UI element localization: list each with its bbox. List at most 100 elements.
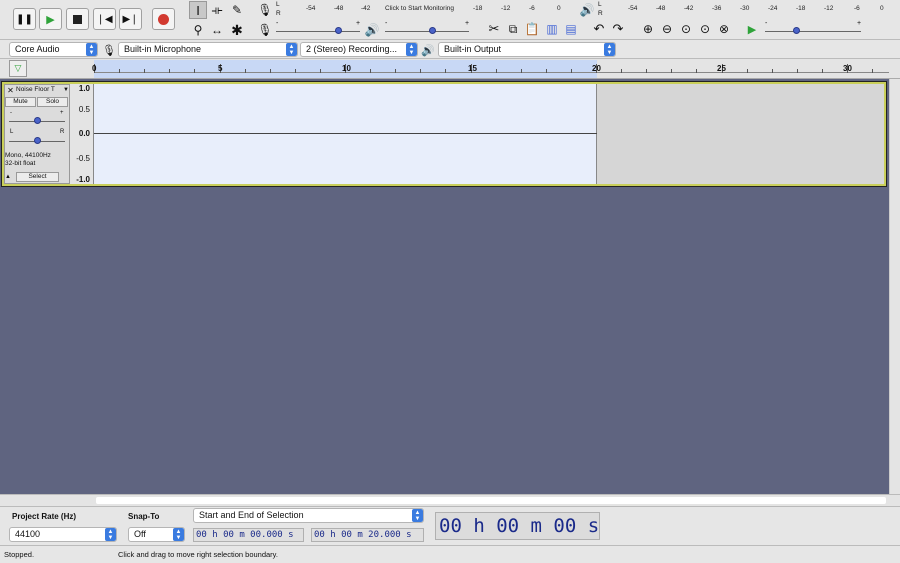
- zoom-tool[interactable]: ⚲: [189, 21, 207, 39]
- waveform-clip[interactable]: [94, 84, 597, 184]
- microphone-icon: 🎙: [257, 3, 273, 17]
- selection-tool[interactable]: I: [189, 1, 207, 19]
- pause-button[interactable]: ❚❚: [13, 8, 36, 30]
- record-meter-button[interactable]: 🎙: [256, 1, 274, 19]
- scale-label: -1.0: [76, 175, 90, 184]
- project-rate-select[interactable]: 44100 ▲ ▼: [9, 527, 117, 542]
- undo-button[interactable]: ↶: [590, 20, 608, 38]
- ruler-tick: [771, 69, 773, 73]
- snap-to-select[interactable]: Off ▲ ▼: [128, 527, 185, 542]
- horizontal-scrollbar[interactable]: [0, 494, 900, 506]
- chevron-down-icon: ▲ ▼: [286, 43, 297, 56]
- selection-end-time[interactable]: 00 h 00 m 20.000 s: [311, 528, 424, 542]
- play-button[interactable]: ▶: [39, 8, 62, 30]
- record-meter-l: L: [276, 1, 280, 8]
- scale-label: -0.5: [76, 154, 90, 163]
- amplitude-scale[interactable]: 1.0 0.5 0.0 -0.5 -1.0: [70, 84, 94, 184]
- skip-to-start-button[interactable]: ❘◀: [93, 8, 116, 30]
- ruler-tick: [872, 69, 874, 73]
- skip-start-icon: ❘◀: [96, 13, 113, 25]
- chevron-down-icon: ▲ ▼: [105, 528, 116, 541]
- stop-icon: [73, 14, 82, 24]
- fit-project-button[interactable]: ⊙: [696, 20, 714, 38]
- ruler-tick: [119, 69, 121, 73]
- envelope-tool[interactable]: ⟛: [208, 1, 226, 19]
- playback-device-select[interactable]: Built-in Output ▲ ▼: [438, 42, 616, 57]
- playback-volume-slider[interactable]: - +: [385, 20, 470, 36]
- playhead-triangle-icon: ▽: [14, 63, 22, 73]
- pan-left-label: L: [10, 129, 14, 135]
- recording-channels-select[interactable]: 2 (Stereo) Recording... ▲ ▼: [300, 42, 418, 57]
- chevron-down-icon: ▲ ▼: [406, 43, 417, 56]
- play-meter-l: L: [598, 1, 602, 8]
- ruler-tick: [420, 69, 422, 73]
- ruler-tick: [671, 69, 673, 73]
- fit-selection-button[interactable]: ⊙: [677, 20, 695, 38]
- stop-button[interactable]: [66, 8, 89, 30]
- zoom-out-button[interactable]: ⊖: [658, 20, 676, 38]
- record-tick: -18: [473, 5, 483, 12]
- timeshift-tool[interactable]: ↔: [208, 21, 226, 39]
- zoom-toggle-icon: ⊗: [718, 22, 730, 36]
- chevron-down-icon: ▲ ▼: [173, 528, 184, 541]
- record-meter[interactable]: -54 -48 -42 Click to Start Monitoring -1…: [283, 2, 573, 16]
- playback-meter[interactable]: -54 -48 -42 -36 -30 -24 -18 -12 -6 0: [605, 2, 890, 16]
- envelope-icon: ⟛: [211, 2, 223, 17]
- audio-host-select[interactable]: Core Audio ▲ ▼: [9, 42, 98, 57]
- redo-button[interactable]: ↷: [609, 20, 627, 38]
- copy-button[interactable]: ⧉: [504, 20, 522, 38]
- audio-position-display[interactable]: 00 h 00 m 00 s: [435, 512, 600, 540]
- gain-plus-label: +: [60, 110, 64, 116]
- click-to-start-monitoring[interactable]: Click to Start Monitoring: [385, 5, 454, 12]
- zoom-out-icon: ⊖: [661, 22, 673, 36]
- silence-button[interactable]: ▤: [562, 20, 580, 38]
- selection-start-time[interactable]: 00 h 00 m 00.000 s: [193, 528, 304, 542]
- chevron-down-icon: ▲ ▼: [86, 43, 97, 56]
- record-tick: -54: [306, 5, 316, 12]
- recording-volume-slider[interactable]: - +: [276, 20, 361, 36]
- gain-minus-label: -: [10, 110, 12, 116]
- skip-end-icon: ▶❘: [122, 13, 139, 25]
- draw-tool[interactable]: ✎: [228, 1, 246, 19]
- skip-to-end-button[interactable]: ▶❘: [119, 8, 142, 30]
- trim-button[interactable]: ▥: [543, 20, 561, 38]
- close-track-button[interactable]: ✕: [6, 86, 15, 95]
- pause-icon: ❚❚: [16, 13, 33, 25]
- vertical-scrollbar[interactable]: [889, 79, 900, 494]
- track-empty-region[interactable]: [597, 84, 884, 184]
- scissors-icon: ✂: [488, 21, 500, 36]
- asterisk-icon: ✱: [231, 21, 243, 38]
- multi-tool[interactable]: ✱: [228, 21, 246, 39]
- ruler-tick: [294, 69, 296, 73]
- ruler-tick: [194, 69, 196, 73]
- ruler-tick: [319, 69, 321, 73]
- pan-slider[interactable]: [9, 137, 65, 145]
- horizontal-scroll-thumb[interactable]: [96, 497, 886, 504]
- paste-button[interactable]: 📋: [523, 20, 541, 38]
- track-name-menu[interactable]: Noise Floor T ▼: [16, 85, 70, 95]
- play-tick: -12: [824, 5, 834, 12]
- record-button[interactable]: [152, 8, 175, 30]
- cut-button[interactable]: ✂: [485, 20, 503, 38]
- ruler-tick: [821, 69, 823, 73]
- status-state: Stopped.: [4, 550, 35, 559]
- zoom-in-button[interactable]: ⊕: [639, 20, 657, 38]
- play-meter-button[interactable]: 🔊: [578, 1, 596, 19]
- track-bitdepth-info: 32-bit float: [5, 160, 36, 167]
- pin-playhead-button[interactable]: ▽: [9, 60, 27, 77]
- selection-mode-select[interactable]: Start and End of Selection ▲ ▼: [193, 508, 424, 523]
- select-track-button[interactable]: Select: [16, 172, 59, 182]
- solo-button[interactable]: Solo: [37, 97, 68, 107]
- ruler-tick: [244, 69, 246, 73]
- pencil-icon: ✎: [231, 3, 243, 17]
- record-tick: -12: [501, 5, 511, 12]
- track-format-info: Mono, 44100Hz: [5, 152, 51, 159]
- play-speed-slider[interactable]: - +: [765, 20, 862, 36]
- zoom-toggle-button[interactable]: ⊗: [715, 20, 733, 38]
- play-at-speed-button[interactable]: ▶: [743, 20, 761, 38]
- recording-device-select[interactable]: Built-in Microphone ▲ ▼: [118, 42, 298, 57]
- mute-button[interactable]: Mute: [5, 97, 36, 107]
- gain-slider[interactable]: [9, 117, 65, 125]
- paste-icon: 📋: [524, 22, 540, 36]
- collapse-track-button[interactable]: ▲: [5, 172, 15, 182]
